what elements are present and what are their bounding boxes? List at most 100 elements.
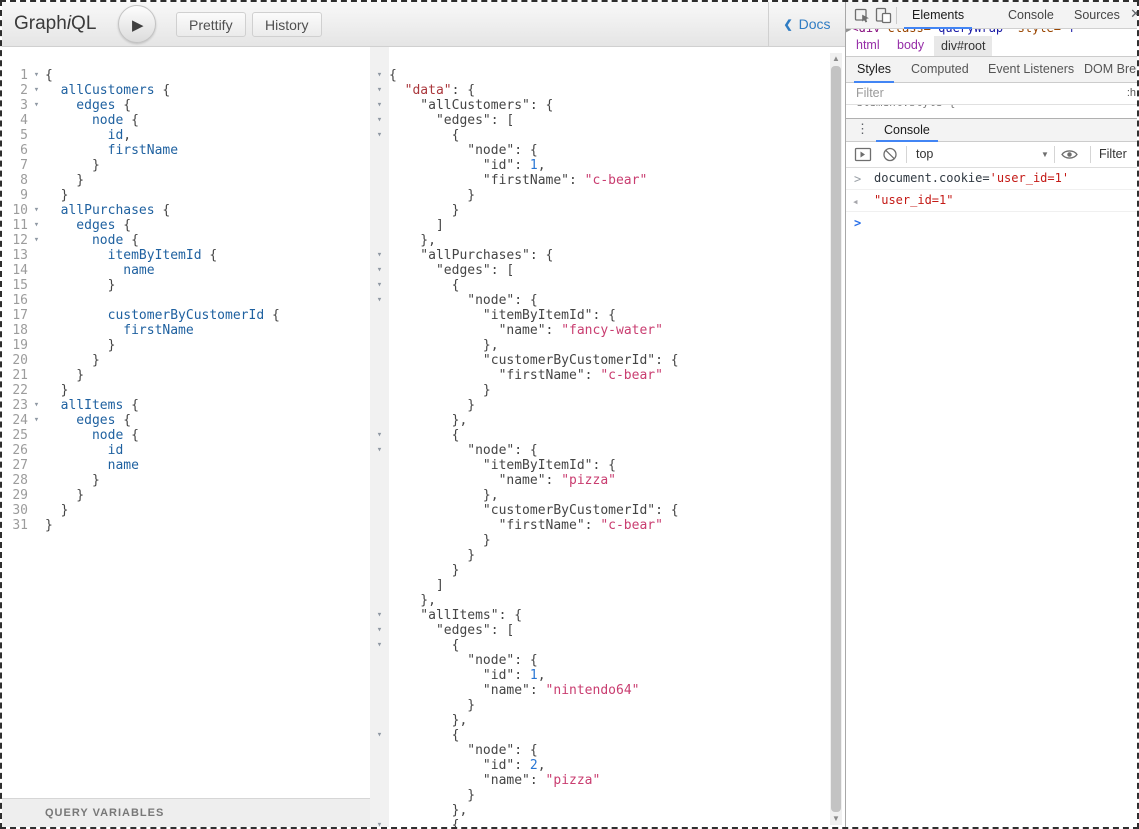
live-expression-eye-icon[interactable] bbox=[1061, 146, 1078, 166]
inspect-element-icon[interactable] bbox=[854, 7, 872, 25]
scrollbar-thumb[interactable] bbox=[831, 66, 841, 812]
fold-arrow-icon[interactable]: ▾ bbox=[370, 728, 389, 743]
fold-arrow-icon[interactable]: ▾ bbox=[28, 203, 45, 218]
fold-arrow-icon[interactable]: ▾ bbox=[370, 83, 389, 98]
fold-gutter bbox=[370, 383, 389, 398]
line-number: 6 bbox=[2, 143, 28, 158]
prettify-button[interactable]: Prettify bbox=[176, 12, 246, 37]
fold-arrow-icon[interactable]: ▾ bbox=[370, 293, 389, 308]
console-result-value: "user_id=1" bbox=[874, 193, 953, 207]
tab-event-listeners[interactable]: Event Listeners bbox=[988, 57, 1074, 83]
fold-arrow-icon[interactable]: ▾ bbox=[370, 608, 389, 623]
logo-text: QL bbox=[71, 13, 96, 34]
fold-arrow-icon[interactable]: ▾ bbox=[28, 413, 45, 428]
fold-arrow-icon[interactable]: ▾ bbox=[28, 233, 45, 248]
tab-computed[interactable]: Computed bbox=[911, 57, 969, 83]
breadcrumb-div-root[interactable]: div#root bbox=[934, 36, 992, 56]
fold-arrow-icon[interactable]: ▾ bbox=[370, 68, 389, 83]
close-devtools-icon[interactable]: ✕ bbox=[1130, 6, 1139, 22]
history-button[interactable]: History bbox=[252, 12, 322, 37]
tab-elements[interactable]: Elements bbox=[908, 2, 968, 29]
fold-arrow-icon[interactable]: ▾ bbox=[370, 638, 389, 653]
fold-arrow-icon[interactable]: ▾ bbox=[370, 818, 389, 827]
kebab-menu-icon[interactable]: ⋮ bbox=[856, 121, 869, 137]
fold-gutter bbox=[28, 143, 45, 158]
code-line: }, bbox=[370, 413, 831, 428]
line-number: 22 bbox=[2, 383, 28, 398]
fold-arrow-icon[interactable]: ▾ bbox=[370, 248, 389, 263]
fold-gutter bbox=[370, 803, 389, 818]
fold-arrow-icon[interactable]: ▾ bbox=[28, 218, 45, 233]
line-number: 7 bbox=[2, 158, 28, 173]
tab-styles[interactable]: Styles bbox=[857, 57, 891, 83]
fold-gutter bbox=[28, 458, 45, 473]
code-line: 6 firstName bbox=[2, 143, 370, 158]
drawer-tab-console[interactable]: Console bbox=[884, 119, 930, 142]
console-result-row: ◂"user_id=1" bbox=[846, 190, 1137, 212]
code-line: ▾ { bbox=[370, 638, 831, 653]
fold-arrow-icon[interactable]: ▾ bbox=[370, 263, 389, 278]
code-line: }, bbox=[370, 593, 831, 608]
code-line: } bbox=[370, 788, 831, 803]
code-line: "name": "fancy-water" bbox=[370, 323, 831, 338]
fold-arrow-icon[interactable]: ▾ bbox=[370, 428, 389, 443]
fold-gutter bbox=[28, 383, 45, 398]
query-code-area[interactable]: 1▾{2▾ allCustomers {3▾ edges {4 node {5 … bbox=[2, 47, 370, 798]
fold-gutter bbox=[370, 353, 389, 368]
fold-arrow-icon[interactable]: ▾ bbox=[370, 98, 389, 113]
code-line: 11▾ edges { bbox=[2, 218, 370, 233]
code-line: ▾ "allPurchases": { bbox=[370, 248, 831, 263]
code-line: 4 node { bbox=[2, 113, 370, 128]
console-filter-input[interactable]: Filter bbox=[1099, 142, 1127, 167]
code-line: 7 } bbox=[2, 158, 370, 173]
breadcrumb-body[interactable]: body bbox=[897, 35, 924, 56]
chevron-down-icon[interactable]: ▼ bbox=[1041, 142, 1049, 167]
code-line: 13 itemByItemId { bbox=[2, 248, 370, 263]
console-sidebar-toggle-icon[interactable] bbox=[854, 146, 872, 166]
line-number: 25 bbox=[2, 428, 28, 443]
scrollbar-down-arrow-icon[interactable]: ▼ bbox=[830, 813, 842, 825]
scrollbar-up-arrow-icon[interactable]: ▲ bbox=[830, 53, 842, 65]
code-line: "firstName": "c-bear" bbox=[370, 518, 831, 533]
fold-arrow-icon[interactable]: ▾ bbox=[28, 398, 45, 413]
console-command-text: document.cookie= bbox=[874, 171, 990, 185]
tab-dom-breakpoints[interactable]: DOM Bre bbox=[1084, 57, 1136, 83]
code-line: ] bbox=[370, 218, 831, 233]
tab-console[interactable]: Console bbox=[1004, 2, 1058, 29]
fold-gutter bbox=[370, 233, 389, 248]
fold-gutter bbox=[28, 518, 45, 533]
docs-button[interactable]: ❮ Docs bbox=[768, 2, 845, 46]
fold-gutter bbox=[28, 503, 45, 518]
fold-arrow-icon[interactable]: ▾ bbox=[28, 98, 45, 113]
clear-console-icon[interactable] bbox=[882, 146, 898, 166]
tab-sources[interactable]: Sources bbox=[1070, 2, 1124, 29]
breadcrumb-html[interactable]: html bbox=[856, 35, 880, 56]
fold-gutter bbox=[370, 458, 389, 473]
code-line: "name": "pizza" bbox=[370, 473, 831, 488]
query-editor[interactable]: 1▾{2▾ allCustomers {3▾ edges {4 node {5 … bbox=[2, 47, 370, 827]
result-scrollbar[interactable]: ▲ ▼ bbox=[830, 53, 842, 825]
fold-arrow-icon[interactable]: ▾ bbox=[28, 83, 45, 98]
device-toolbar-icon[interactable] bbox=[875, 7, 893, 25]
code-line: 9 } bbox=[2, 188, 370, 203]
code-line: "firstName": "c-bear" bbox=[370, 173, 831, 188]
fold-arrow-icon[interactable]: ▾ bbox=[370, 128, 389, 143]
fold-arrow-icon[interactable]: ▾ bbox=[370, 623, 389, 638]
fold-arrow-icon[interactable]: ▾ bbox=[370, 443, 389, 458]
console-prompt[interactable]: > bbox=[846, 212, 1137, 220]
console-input-chevron-icon: > bbox=[854, 172, 861, 187]
fold-gutter bbox=[370, 323, 389, 338]
fold-arrow-icon[interactable]: ▾ bbox=[370, 278, 389, 293]
fold-arrow-icon[interactable]: ▾ bbox=[28, 68, 45, 83]
execution-context-selector[interactable]: top bbox=[916, 142, 933, 167]
fold-gutter bbox=[28, 308, 45, 323]
styles-filter-input[interactable]: Filter bbox=[856, 83, 884, 104]
query-variables-header[interactable]: QUERY VARIABLES bbox=[2, 798, 370, 827]
code-line: } bbox=[370, 188, 831, 203]
fold-arrow-icon[interactable]: ▾ bbox=[370, 113, 389, 128]
line-number: 1 bbox=[2, 68, 28, 83]
hov-toggle-button[interactable]: :h bbox=[1127, 83, 1136, 104]
fold-gutter bbox=[370, 503, 389, 518]
toolbar-separator bbox=[896, 7, 897, 24]
execute-query-button[interactable]: ▶ bbox=[118, 5, 156, 43]
